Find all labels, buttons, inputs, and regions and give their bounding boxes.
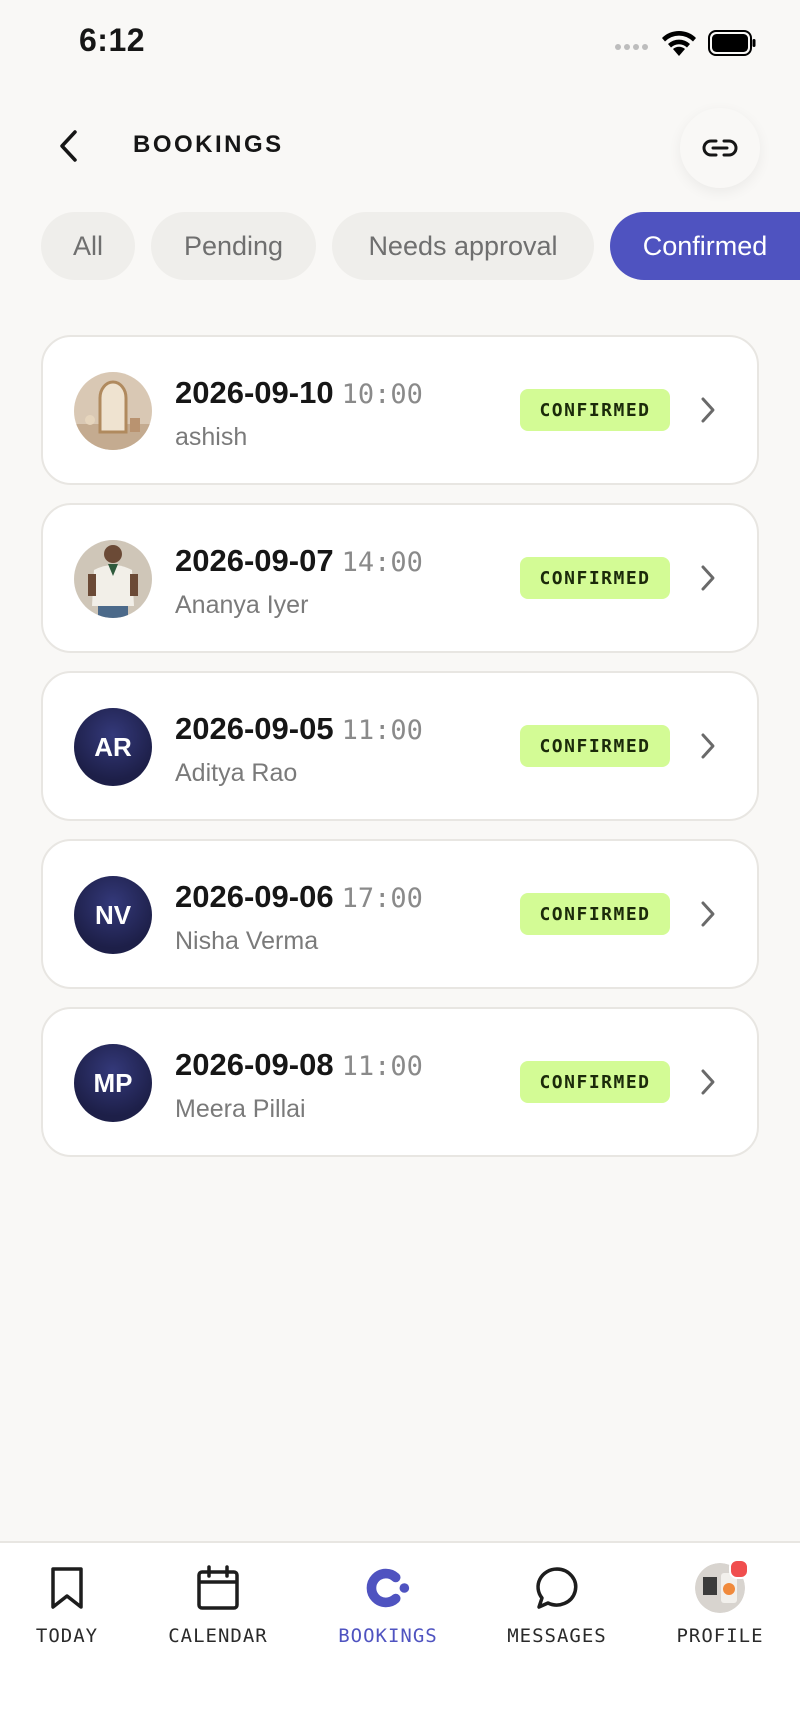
status-badge: CONFIRMED xyxy=(520,557,670,599)
client-photo xyxy=(74,372,152,450)
booking-time: 11:00 xyxy=(341,715,423,746)
tab-label: CALENDAR xyxy=(168,1625,268,1647)
booking-time: 17:00 xyxy=(341,883,423,914)
back-button[interactable] xyxy=(46,120,90,172)
chat-bubble-icon xyxy=(532,1563,582,1613)
status-time: 6:12 xyxy=(79,22,146,58)
client-photo xyxy=(74,540,152,618)
client-name: ashish xyxy=(175,423,248,451)
share-link-button[interactable] xyxy=(680,108,760,188)
chevron-left-icon xyxy=(60,130,77,162)
link-icon xyxy=(702,139,738,157)
booking-date: 2026-09-10 10:00 xyxy=(175,375,423,410)
bookmark-icon xyxy=(42,1563,92,1613)
booking-time: 10:00 xyxy=(341,379,423,410)
client-name: Ananya Iyer xyxy=(175,591,309,619)
bookings-logo-icon xyxy=(363,1563,413,1613)
booking-time: 14:00 xyxy=(341,547,423,578)
booking-card[interactable]: 2026-09-10 10:00 ashish CONFIRMED xyxy=(41,335,759,485)
avatar: NV xyxy=(74,876,152,954)
booking-card[interactable]: NV 2026-09-06 17:00 Nisha Verma CONFIRMED xyxy=(41,839,759,989)
booking-date: 2026-09-08 11:00 xyxy=(175,1047,423,1082)
profile-avatar xyxy=(695,1559,749,1613)
booking-date: 2026-09-06 17:00 xyxy=(175,879,423,914)
tab-label: TODAY xyxy=(35,1625,99,1647)
client-name: Aditya Rao xyxy=(175,759,298,787)
bottom-tab-bar: TODAY CALENDAR BOOKINGS MESSAGES PROFILE xyxy=(0,1541,800,1731)
booking-card[interactable]: 2026-09-07 14:00 Ananya Iyer CONFIRMED xyxy=(41,503,759,653)
tab-profile[interactable]: PROFILE xyxy=(645,1559,795,1673)
avatar: MP xyxy=(74,1044,152,1122)
chevron-right-icon xyxy=(701,733,715,759)
battery-icon xyxy=(708,30,756,56)
chevron-right-icon xyxy=(701,565,715,591)
booking-card[interactable]: AR 2026-09-05 11:00 Aditya Rao CONFIRMED xyxy=(41,671,759,821)
status-bar: 6:12 xyxy=(0,0,800,88)
wifi-icon xyxy=(662,30,696,56)
tab-label: MESSAGES xyxy=(507,1625,607,1647)
chevron-right-icon xyxy=(701,1069,715,1095)
filter-chip-confirmed[interactable]: Confirmed xyxy=(610,212,800,280)
tab-calendar[interactable]: CALENDAR xyxy=(143,1563,293,1673)
booking-date: 2026-09-05 11:00 xyxy=(175,711,423,746)
avatar xyxy=(74,540,152,618)
tab-label: PROFILE xyxy=(676,1625,764,1647)
status-badge: CONFIRMED xyxy=(520,1061,670,1103)
status-badge: CONFIRMED xyxy=(520,893,670,935)
avatar: AR xyxy=(74,708,152,786)
booking-date: 2026-09-07 14:00 xyxy=(175,543,423,578)
filter-chip-all[interactable]: All xyxy=(41,212,135,280)
chevron-right-icon xyxy=(701,901,715,927)
filter-chip-pending[interactable]: Pending xyxy=(151,212,316,280)
client-name: Nisha Verma xyxy=(175,927,319,955)
client-name: Meera Pillai xyxy=(175,1095,306,1123)
cellular-signal-icon xyxy=(615,44,648,50)
tab-bookings[interactable]: BOOKINGS xyxy=(313,1563,463,1673)
booking-card[interactable]: MP 2026-09-08 11:00 Meera Pillai CONFIRME… xyxy=(41,1007,759,1157)
page-title: BOOKINGS xyxy=(133,131,284,158)
tab-messages[interactable]: MESSAGES xyxy=(482,1563,632,1673)
calendar-icon xyxy=(193,1563,243,1613)
filter-tabs: All Pending Needs approval Confirmed xyxy=(0,212,800,280)
filter-chip-needs-approval[interactable]: Needs approval xyxy=(332,212,594,280)
booking-time: 11:00 xyxy=(341,1051,423,1082)
chevron-right-icon xyxy=(701,397,715,423)
tab-today[interactable]: TODAY xyxy=(0,1563,142,1673)
status-badge: CONFIRMED xyxy=(520,725,670,767)
status-badge: CONFIRMED xyxy=(520,389,670,431)
notification-dot xyxy=(729,1559,749,1579)
tab-label: BOOKINGS xyxy=(338,1625,438,1647)
avatar xyxy=(74,372,152,450)
